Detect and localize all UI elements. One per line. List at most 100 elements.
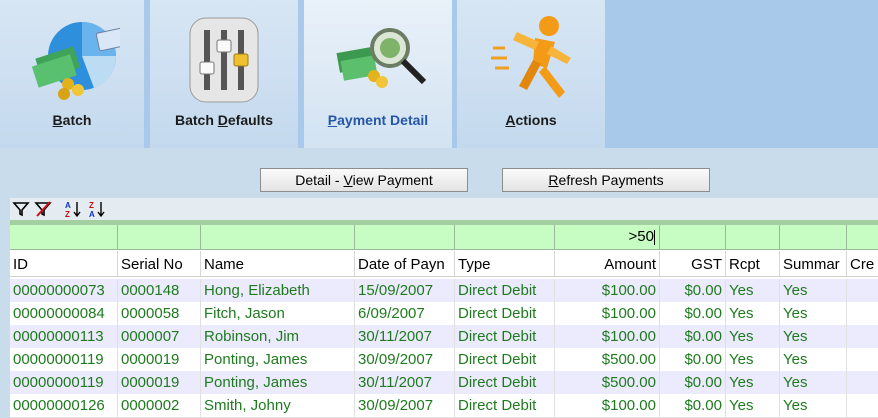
cell-type: Direct Debit — [455, 302, 555, 325]
tab-payment-detail-label: Payment Detail — [327, 112, 429, 128]
sort-descending-icon[interactable]: ZA — [88, 200, 106, 219]
cell-serial: 0000148 — [118, 279, 201, 302]
cell-date: 30/11/2007 — [355, 325, 455, 348]
svg-text:Z: Z — [89, 201, 94, 210]
tab-batch-label: Batch — [52, 112, 92, 128]
sort-ascending-icon[interactable]: AZ — [64, 200, 82, 219]
cell-gst: $0.00 — [660, 348, 726, 371]
table-row[interactable]: 00000000119 0000019 Ponting, James 30/09… — [10, 348, 878, 372]
tab-batch[interactable]: Batch — [0, 0, 144, 148]
clear-filter-icon[interactable] — [34, 200, 52, 218]
col-header-id[interactable]: ID — [10, 251, 118, 276]
cell-serial: 0000007 — [118, 325, 201, 348]
col-header-summary[interactable]: Summar — [780, 251, 847, 276]
cell-gst: $0.00 — [660, 279, 726, 302]
cell-serial: 0000058 — [118, 302, 201, 325]
cell-date: 6/09/2007 — [355, 302, 455, 325]
cell-cre — [847, 325, 878, 348]
cell-rcpt: Yes — [726, 348, 780, 371]
cell-gst: $0.00 — [660, 325, 726, 348]
tab-actions-label: Actions — [505, 112, 557, 128]
tab-bar: Batch Batch Defaults Payment Detail Acti… — [0, 0, 878, 148]
filter-row: >50 — [10, 225, 878, 250]
cell-cre — [847, 394, 878, 417]
tab-actions[interactable]: Actions — [457, 0, 605, 148]
cell-summary: Yes — [780, 302, 847, 325]
cell-date: 30/09/2007 — [355, 394, 455, 417]
tab-payment-detail[interactable]: Payment Detail — [304, 0, 452, 148]
table-row[interactable]: 00000000084 0000058 Fitch, Jason 6/09/20… — [10, 302, 878, 326]
cell-type: Direct Debit — [455, 325, 555, 348]
cell-type: Direct Debit — [455, 371, 555, 394]
cell-date: 30/09/2007 — [355, 348, 455, 371]
filter-icon[interactable] — [12, 200, 30, 218]
cell-gst: $0.00 — [660, 394, 726, 417]
filter-cell-date[interactable] — [355, 225, 455, 249]
cell-summary: Yes — [780, 394, 847, 417]
col-header-date[interactable]: Date of Payn — [355, 251, 455, 276]
cell-summary: Yes — [780, 325, 847, 348]
cell-amount: $500.00 — [555, 371, 660, 394]
cell-id: 00000000113 — [10, 325, 118, 348]
cell-name: Fitch, Jason — [201, 302, 355, 325]
filter-cell-type[interactable] — [455, 225, 555, 249]
filter-cell-summary[interactable] — [780, 225, 847, 249]
cell-type: Direct Debit — [455, 394, 555, 417]
cell-amount: $100.00 — [555, 394, 660, 417]
filter-cell-amount[interactable]: >50 — [555, 225, 660, 249]
cell-id: 00000000119 — [10, 348, 118, 371]
table-row[interactable]: 00000000126 0000002 Smith, Johny 30/09/2… — [10, 394, 878, 418]
col-header-serial[interactable]: Serial No — [118, 251, 201, 276]
table-row[interactable]: 00000000113 0000007 Robinson, Jim 30/11/… — [10, 325, 878, 349]
cell-id: 00000000126 — [10, 394, 118, 417]
filter-cell-id[interactable] — [10, 225, 118, 249]
amount-filter-value: >50 — [628, 228, 654, 245]
view-payment-button[interactable]: Detail - View Payment — [260, 168, 468, 192]
cell-cre — [847, 279, 878, 302]
cell-name: Hong, Elizabeth — [201, 279, 355, 302]
cell-type: Direct Debit — [455, 348, 555, 371]
cell-amount: $500.00 — [555, 348, 660, 371]
filter-cell-rcpt[interactable] — [726, 225, 780, 249]
cell-rcpt: Yes — [726, 279, 780, 302]
filter-cell-cre[interactable] — [847, 225, 878, 249]
filter-cell-serial[interactable] — [118, 225, 201, 249]
cell-name: Smith, Johny — [201, 394, 355, 417]
cell-summary: Yes — [780, 279, 847, 302]
col-header-cre[interactable]: Cre — [847, 251, 878, 276]
grid-toolbar: AZ ZA — [10, 198, 878, 220]
cell-gst: $0.00 — [660, 302, 726, 325]
svg-text:A: A — [89, 210, 95, 218]
table-row[interactable]: 00000000073 0000148 Hong, Elizabeth 15/0… — [10, 279, 878, 303]
cell-name: Ponting, James — [201, 371, 355, 394]
cell-serial: 0000019 — [118, 371, 201, 394]
col-header-rcpt[interactable]: Rcpt — [726, 251, 780, 276]
text-caret — [654, 229, 655, 245]
col-header-type[interactable]: Type — [455, 251, 555, 276]
cell-serial: 0000019 — [118, 348, 201, 371]
cell-type: Direct Debit — [455, 279, 555, 302]
magnifier-money-icon — [330, 12, 427, 108]
col-header-gst[interactable]: GST — [660, 251, 726, 276]
cell-name: Robinson, Jim — [201, 325, 355, 348]
cell-rcpt: Yes — [726, 371, 780, 394]
cell-cre — [847, 348, 878, 371]
cell-id: 00000000084 — [10, 302, 118, 325]
cell-rcpt: Yes — [726, 325, 780, 348]
col-header-name[interactable]: Name — [201, 251, 355, 276]
tab-batch-defaults-label: Batch Defaults — [174, 112, 274, 128]
filter-cell-name[interactable] — [201, 225, 355, 249]
filter-cell-gst[interactable] — [660, 225, 726, 249]
running-man-icon — [483, 12, 579, 108]
cell-amount: $100.00 — [555, 302, 660, 325]
cell-date: 15/09/2007 — [355, 279, 455, 302]
col-header-amount[interactable]: Amount — [555, 251, 660, 276]
tab-batch-defaults[interactable]: Batch Defaults — [150, 0, 298, 148]
svg-text:Z: Z — [65, 210, 70, 218]
refresh-payments-button[interactable]: Refresh Payments — [502, 168, 710, 192]
table-row[interactable]: 00000000119 0000019 Ponting, James 30/11… — [10, 371, 878, 395]
sliders-icon — [176, 12, 272, 108]
cell-summary: Yes — [780, 348, 847, 371]
cell-date: 30/11/2007 — [355, 371, 455, 394]
cell-summary: Yes — [780, 371, 847, 394]
